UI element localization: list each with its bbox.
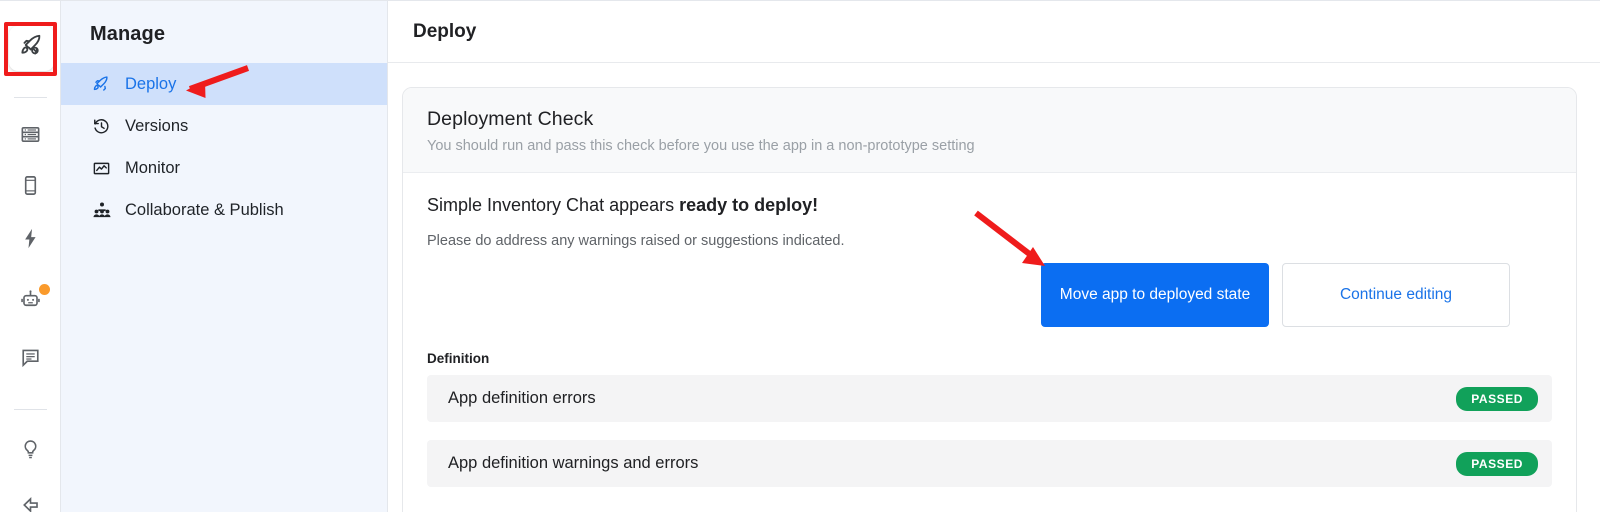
sidebar-item-collaborate-publish[interactable]: Collaborate & Publish bbox=[61, 189, 387, 231]
deployment-check-card: Deployment Check You should run and pass… bbox=[402, 87, 1577, 512]
rocket-icon bbox=[19, 33, 45, 64]
rail-divider-2 bbox=[14, 409, 47, 410]
check-row[interactable]: App definition errors PASSED bbox=[427, 375, 1552, 422]
deploy-status-emphasis: ready to deploy! bbox=[679, 195, 819, 215]
agent-notification-badge bbox=[39, 284, 50, 295]
rail-item-interact[interactable] bbox=[0, 485, 61, 512]
card-header: Deployment Check You should run and pass… bbox=[403, 88, 1576, 173]
rail-item-tips[interactable] bbox=[0, 429, 61, 475]
move-app-to-deployed-state-button[interactable]: Move app to deployed state bbox=[1041, 263, 1269, 327]
card-title: Deployment Check bbox=[427, 108, 594, 130]
rail-item-actions[interactable] bbox=[0, 218, 61, 264]
sidebar-item-label: Deploy bbox=[125, 74, 177, 93]
sidebar-item-monitor[interactable]: Monitor bbox=[61, 147, 387, 189]
lightbulb-icon bbox=[19, 438, 42, 466]
sidebar-item-label: Monitor bbox=[125, 158, 181, 177]
people-group-icon bbox=[91, 200, 112, 221]
deploy-manage-screen: Manage Deploy Versions Monitor Collabora… bbox=[0, 0, 1600, 512]
hand-pointer-icon bbox=[19, 494, 42, 512]
page-title: Deploy bbox=[413, 20, 477, 42]
continue-editing-button[interactable]: Continue editing bbox=[1282, 263, 1510, 327]
sidebar-item-label: Versions bbox=[125, 116, 189, 135]
sidebar-item-label: Collaborate & Publish bbox=[125, 200, 284, 219]
deploy-status-note: Please do address any warnings raised or… bbox=[427, 233, 845, 249]
check-row[interactable]: App definition warnings and errors PASSE… bbox=[427, 440, 1552, 487]
sidebar-item-versions[interactable]: Versions bbox=[61, 105, 387, 147]
monitor-chart-icon bbox=[91, 158, 112, 179]
mobile-device-icon bbox=[19, 174, 42, 202]
deploy-status-line: Simple Inventory Chat appears ready to d… bbox=[427, 195, 1552, 216]
definition-check-list: App definition errors PASSED App definit… bbox=[427, 375, 1552, 487]
chat-bubble-icon bbox=[19, 346, 42, 374]
main-body: Deployment Check You should run and pass… bbox=[388, 63, 1600, 512]
card-action-buttons: Move app to deployed state Continue edit… bbox=[427, 263, 1552, 327]
card-subtitle: You should run and pass this check befor… bbox=[427, 138, 975, 154]
page-header: Deploy bbox=[388, 1, 1600, 63]
robot-icon bbox=[19, 288, 42, 316]
app-icon-rail bbox=[0, 1, 61, 512]
rail-divider-1 bbox=[14, 97, 47, 98]
sidebar-title: Manage bbox=[90, 23, 166, 45]
main-content: Deploy Deployment Check You should run a… bbox=[388, 1, 1600, 512]
deploy-status-prefix: Simple Inventory Chat appears bbox=[427, 195, 680, 215]
rail-item-database[interactable] bbox=[0, 114, 61, 160]
rocket-icon bbox=[91, 74, 112, 95]
status-badge: PASSED bbox=[1456, 386, 1538, 411]
rail-item-device-preview[interactable] bbox=[0, 165, 61, 211]
manage-sidebar: Manage Deploy Versions Monitor Collabora… bbox=[61, 1, 388, 512]
status-badge: PASSED bbox=[1456, 451, 1538, 476]
rail-item-chat[interactable] bbox=[0, 337, 61, 383]
check-row-label: App definition errors bbox=[448, 389, 596, 407]
check-row-label: App definition warnings and errors bbox=[448, 454, 699, 472]
card-body: Simple Inventory Chat appears ready to d… bbox=[403, 173, 1576, 487]
definition-section-label: Definition bbox=[427, 351, 490, 366]
database-icon bbox=[19, 123, 42, 151]
history-clock-icon bbox=[91, 116, 112, 137]
rail-item-agent[interactable] bbox=[0, 279, 61, 325]
lightning-bolt-icon bbox=[19, 227, 42, 255]
rail-item-rocket[interactable] bbox=[9, 26, 54, 71]
sidebar-item-deploy[interactable]: Deploy bbox=[61, 63, 387, 105]
sidebar-nav-list: Deploy Versions Monitor Collaborate & Pu… bbox=[61, 63, 387, 231]
